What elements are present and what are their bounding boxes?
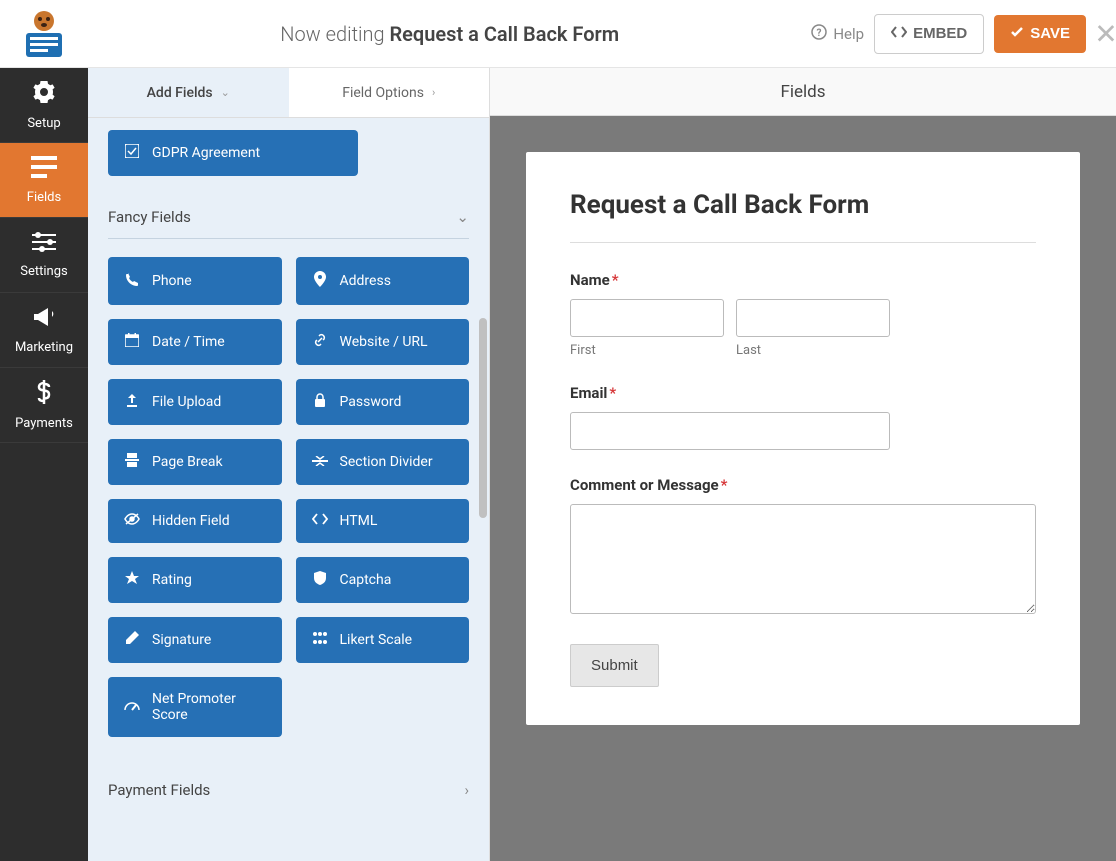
panel-tabs: Add Fields ⌄ Field Options › <box>88 68 489 118</box>
close-button[interactable]: ✕ <box>1086 17 1116 50</box>
phone-icon <box>124 272 140 290</box>
first-name-input[interactable] <box>570 299 724 337</box>
main-area: Setup Fields Settings Marketing Payments <box>0 68 1116 861</box>
chevron-right-icon: › <box>464 781 469 799</box>
help-link[interactable]: ? Help <box>811 24 864 44</box>
gear-icon <box>32 80 56 110</box>
chevron-down-icon: ⌄ <box>456 208 469 226</box>
eye-off-icon <box>124 513 140 529</box>
scrollbar[interactable] <box>479 318 487 518</box>
last-sublabel: Last <box>736 343 890 358</box>
tab-add-fields[interactable]: Add Fields ⌄ <box>88 68 289 117</box>
field-address[interactable]: Address <box>296 257 470 305</box>
bullhorn-icon <box>32 306 56 334</box>
svg-text:?: ? <box>817 28 822 39</box>
field-page-break[interactable]: Page Break <box>108 439 282 485</box>
check-icon <box>1010 25 1024 43</box>
field-hidden-field[interactable]: Hidden Field <box>108 499 282 543</box>
pin-icon <box>312 271 328 291</box>
field-signature[interactable]: Signature <box>108 617 282 663</box>
field-password[interactable]: Password <box>296 379 470 425</box>
preview-area: Request a Call Back Form Name* First Las… <box>490 116 1116 861</box>
link-icon <box>312 333 328 351</box>
sliders-icon <box>32 232 56 258</box>
top-bar: Now editing Request a Call Back Form ? H… <box>0 0 1116 68</box>
field-rating[interactable]: Rating <box>108 557 282 603</box>
shield-icon <box>312 571 328 589</box>
sidebar: Setup Fields Settings Marketing Payments <box>0 68 88 861</box>
wpforms-logo-icon <box>14 9 74 59</box>
field-gdpr-agreement[interactable]: GDPR Agreement <box>108 130 358 176</box>
section-fancy-fields[interactable]: Fancy Fields ⌄ <box>108 190 469 239</box>
field-html[interactable]: HTML <box>296 499 470 543</box>
embed-button[interactable]: EMBED <box>874 14 984 54</box>
field-name-row[interactable]: Name* First Last <box>570 271 1036 358</box>
help-icon: ? <box>811 24 827 44</box>
field-email-row[interactable]: Email* <box>570 384 1036 450</box>
field-comment-row[interactable]: Comment or Message* <box>570 476 1036 618</box>
sidebar-item-marketing[interactable]: Marketing <box>0 293 88 368</box>
field-captcha[interactable]: Captcha <box>296 557 470 603</box>
page-title: Now editing Request a Call Back Form <box>88 22 811 46</box>
pagebreak-icon <box>124 453 140 471</box>
first-sublabel: First <box>570 343 724 358</box>
form-icon <box>31 156 57 184</box>
sidebar-item-fields[interactable]: Fields <box>0 143 88 218</box>
required-asterisk: * <box>609 384 616 402</box>
calendar-icon <box>124 333 140 351</box>
form-title: Request a Call Back Form <box>570 190 1036 243</box>
upload-icon <box>124 393 140 411</box>
required-asterisk: * <box>721 476 728 494</box>
field-likert-scale[interactable]: Likert Scale <box>296 617 470 663</box>
field-file-upload[interactable]: File Upload <box>108 379 282 425</box>
fancy-fields-grid: Phone Address Date / Time Website / URL … <box>108 257 469 737</box>
star-icon <box>124 571 140 589</box>
email-input[interactable] <box>570 412 890 450</box>
last-name-input[interactable] <box>736 299 890 337</box>
top-actions: ? Help EMBED SAVE <box>811 14 1116 54</box>
required-asterisk: * <box>612 271 619 289</box>
chevron-right-icon: › <box>432 86 435 99</box>
panel-body[interactable]: GDPR Agreement Fancy Fields ⌄ Phone Addr… <box>88 118 489 861</box>
gauge-icon <box>124 699 140 715</box>
email-label: Email* <box>570 384 1036 402</box>
comment-textarea[interactable] <box>570 504 1036 614</box>
code-icon <box>891 25 907 43</box>
chevron-down-icon: ⌄ <box>221 86 230 99</box>
close-icon: ✕ <box>1094 17 1116 50</box>
save-button[interactable]: SAVE <box>994 15 1086 53</box>
comment-label: Comment or Message* <box>570 476 1036 494</box>
field-phone[interactable]: Phone <box>108 257 282 305</box>
pencil-icon <box>124 631 140 649</box>
section-payment-fields[interactable]: Payment Fields › <box>108 763 469 811</box>
dollar-icon <box>37 380 51 410</box>
code-icon <box>312 513 328 529</box>
tab-field-options[interactable]: Field Options › <box>289 68 490 117</box>
sidebar-item-payments[interactable]: Payments <box>0 368 88 443</box>
sidebar-item-setup[interactable]: Setup <box>0 68 88 143</box>
grid-icon <box>312 632 328 648</box>
divider-icon <box>312 454 328 470</box>
preview-column: Fields Request a Call Back Form Name* Fi… <box>490 68 1116 861</box>
field-date-time[interactable]: Date / Time <box>108 319 282 365</box>
lock-icon <box>312 393 328 411</box>
submit-button[interactable]: Submit <box>570 644 659 687</box>
field-section-divider[interactable]: Section Divider <box>296 439 470 485</box>
field-website-url[interactable]: Website / URL <box>296 319 470 365</box>
name-label: Name* <box>570 271 1036 289</box>
preview-header: Fields <box>490 68 1116 116</box>
sidebar-item-settings[interactable]: Settings <box>0 218 88 293</box>
fields-panel: Add Fields ⌄ Field Options › GDPR Agreem… <box>88 68 490 861</box>
field-net-promoter-score[interactable]: Net Promoter Score <box>108 677 282 737</box>
form-preview[interactable]: Request a Call Back Form Name* First Las… <box>526 152 1080 725</box>
app-logo <box>0 0 88 68</box>
checkbox-icon <box>124 144 140 162</box>
